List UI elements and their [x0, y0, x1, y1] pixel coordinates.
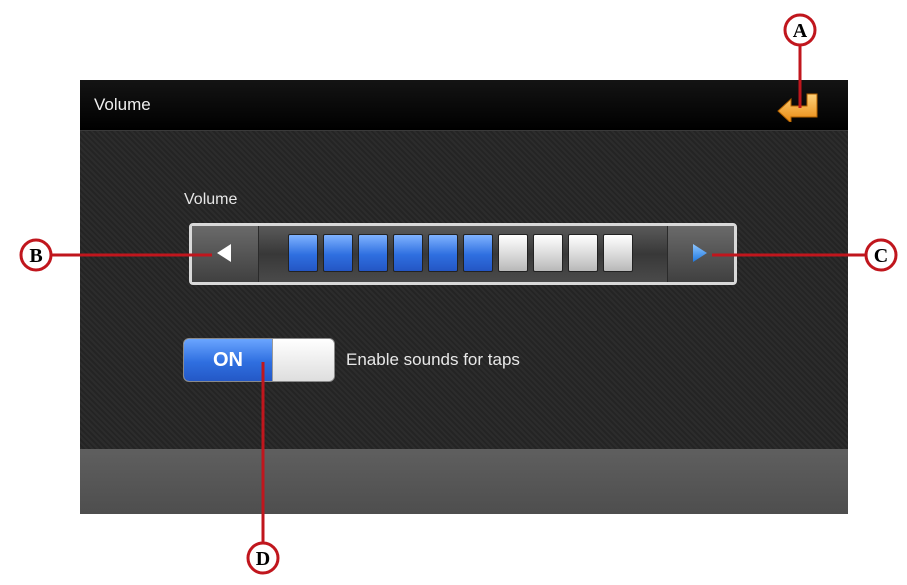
callout-annotations: A B C D	[19, 13, 898, 575]
callout-c-letter: C	[874, 245, 888, 267]
callout-a: A	[783, 13, 817, 47]
callout-d-letter: D	[256, 548, 270, 570]
callout-b-letter: B	[29, 245, 42, 267]
callout-d: D	[246, 541, 280, 575]
callout-b: B	[19, 238, 53, 272]
callout-c: C	[864, 238, 898, 272]
callout-a-letter: A	[793, 20, 808, 42]
